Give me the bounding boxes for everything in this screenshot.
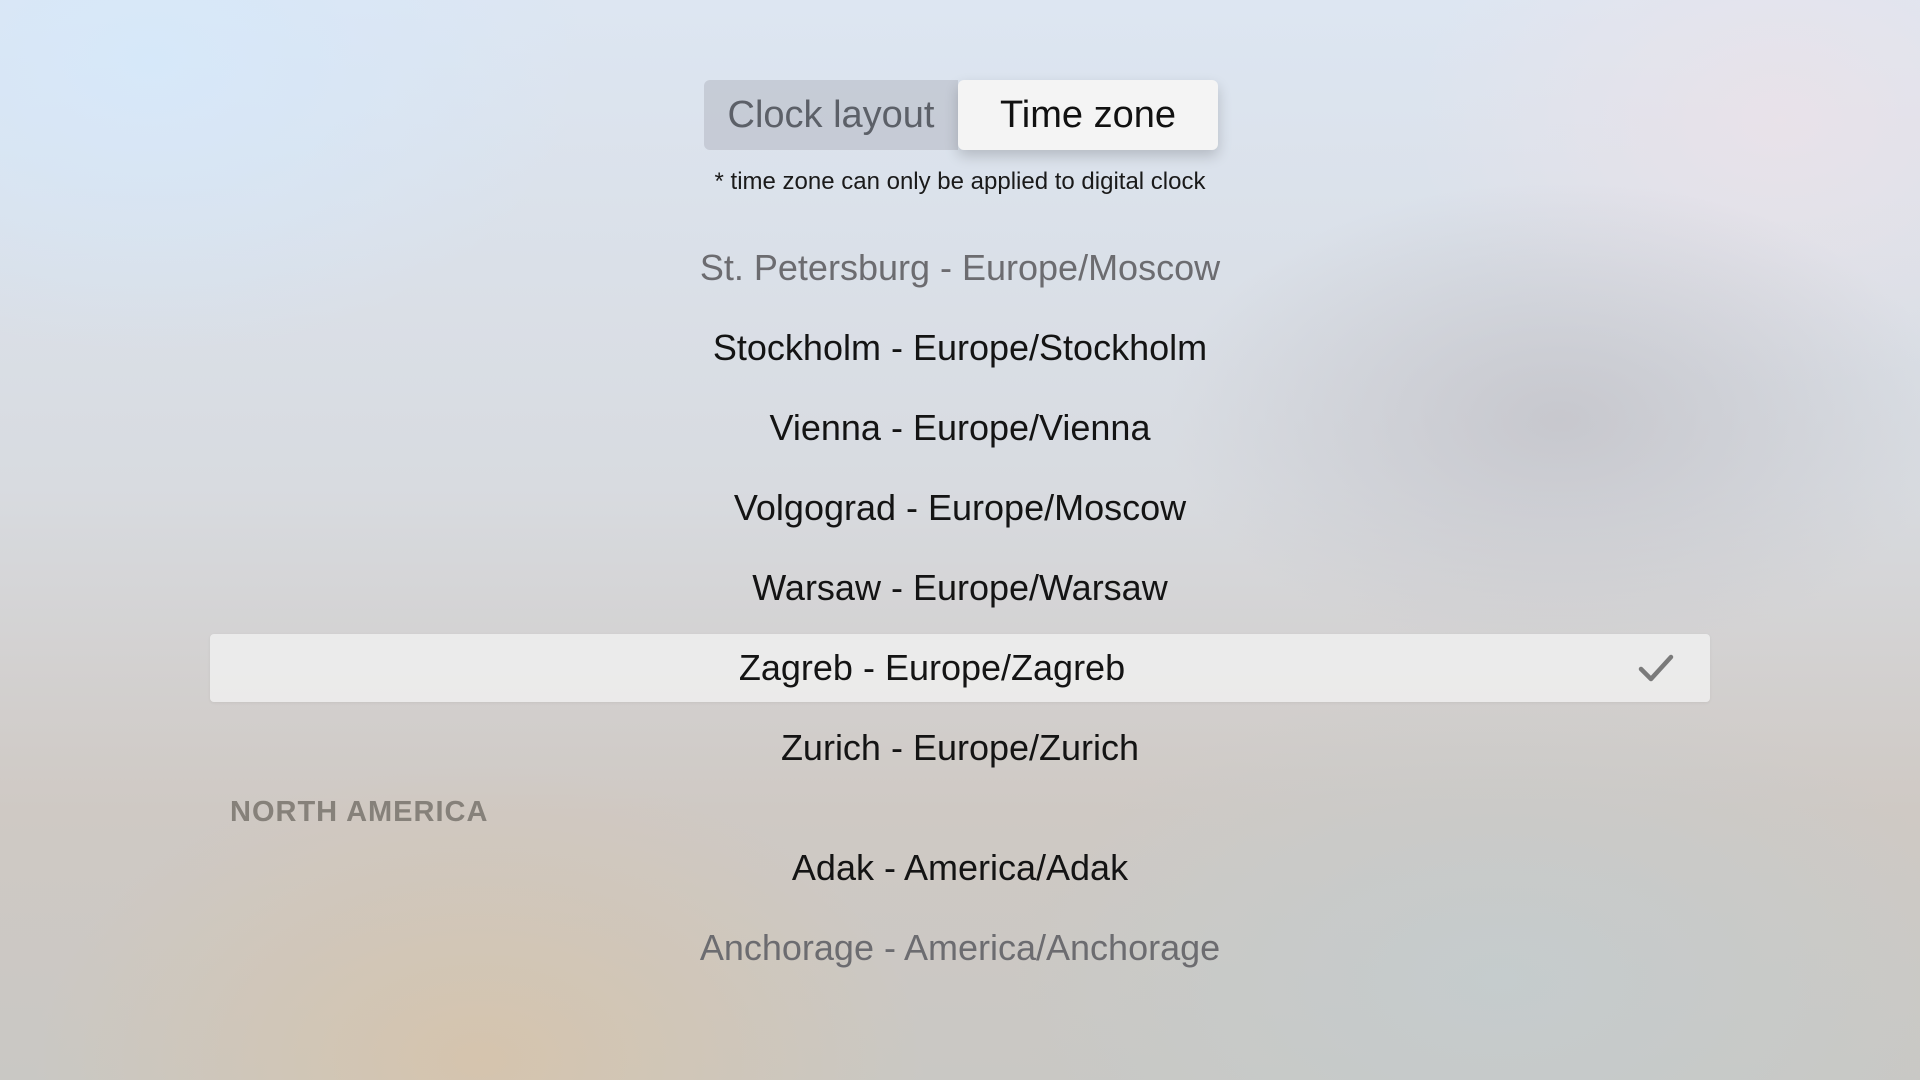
tab-clock-layout[interactable]: Clock layout — [704, 80, 958, 150]
section-header-north-america: NORTH AMERICA — [230, 796, 489, 828]
time-zone-note: * time zone can only be applied to digit… — [714, 168, 1206, 195]
list-item-warsaw[interactable]: Warsaw - Europe/Warsaw — [210, 554, 1710, 622]
list-item-label: Stockholm - Europe/Stockholm — [712, 327, 1208, 368]
list-item-vienna[interactable]: Vienna - Europe/Vienna — [210, 394, 1710, 462]
tab-time-zone[interactable]: Time zone — [958, 80, 1218, 150]
list-item-adak[interactable]: Adak - America/Adak — [210, 834, 1710, 902]
list-item-st-petersburg[interactable]: St. Petersburg - Europe/Moscow — [210, 234, 1710, 302]
tab-switcher: Clock layout Time zone — [704, 80, 1218, 150]
list-item-label: Adak - America/Adak — [791, 847, 1129, 888]
list-item-stockholm[interactable]: Stockholm - Europe/Stockholm — [210, 314, 1710, 382]
list-item-zagreb[interactable]: Zagreb - Europe/Zagreb — [210, 634, 1710, 702]
list-item-label: Zurich - Europe/Zurich — [780, 727, 1140, 768]
list-item-label: Volgograd - Europe/Moscow — [733, 487, 1187, 528]
list-item-label: Zagreb - Europe/Zagreb — [738, 647, 1126, 688]
list-item-zurich[interactable]: Zurich - Europe/Zurich — [210, 714, 1710, 782]
list-item-label: St. Petersburg - Europe/Moscow — [699, 247, 1221, 288]
list-item-label: Warsaw - Europe/Warsaw — [752, 567, 1168, 608]
list-item-anchorage[interactable]: Anchorage - America/Anchorage — [210, 914, 1710, 982]
list-item-label: Anchorage - America/Anchorage — [699, 927, 1221, 968]
list-item-volgograd[interactable]: Volgograd - Europe/Moscow — [210, 474, 1710, 542]
checkmark-icon — [1638, 654, 1674, 682]
list-item-label: Vienna - Europe/Vienna — [769, 407, 1151, 448]
